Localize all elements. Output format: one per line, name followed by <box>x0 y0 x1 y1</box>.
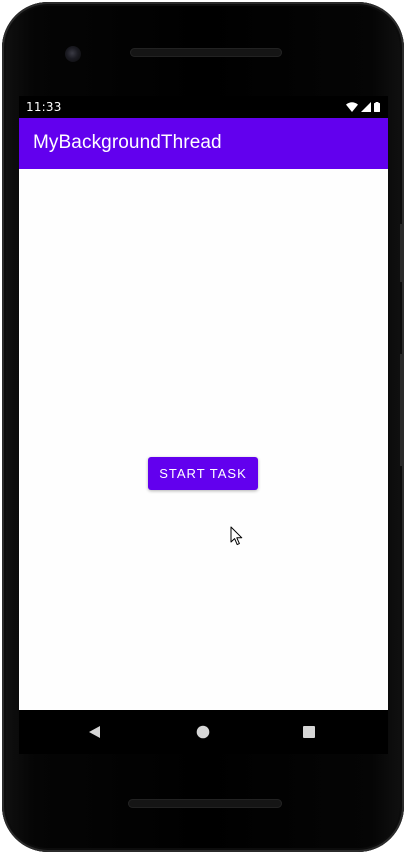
wifi-icon <box>346 102 358 112</box>
status-time: 11:33 <box>26 100 62 114</box>
recents-square-icon <box>303 726 315 738</box>
status-bar: 11:33 <box>19 96 388 118</box>
earpiece-speaker <box>130 48 282 57</box>
volume-button[interactable] <box>400 354 404 466</box>
back-triangle-icon <box>89 726 100 738</box>
nav-back-button[interactable] <box>83 720 107 744</box>
main-content: START TASK <box>19 169 388 710</box>
front-camera <box>65 46 81 62</box>
status-icons <box>346 102 380 112</box>
home-circle-icon <box>196 725 210 739</box>
battery-icon <box>374 102 380 112</box>
mouse-pointer-icon <box>230 526 243 546</box>
app-bar: MyBackgroundThread <box>19 118 388 169</box>
app-title: MyBackgroundThread <box>33 132 222 153</box>
start-task-button[interactable]: START TASK <box>148 457 258 490</box>
nav-home-button[interactable] <box>191 720 215 744</box>
nav-recents-button[interactable] <box>297 720 321 744</box>
cellular-signal-icon <box>361 102 371 112</box>
bottom-speaker <box>128 799 282 808</box>
navigation-bar <box>19 710 388 754</box>
power-button[interactable] <box>400 224 404 282</box>
